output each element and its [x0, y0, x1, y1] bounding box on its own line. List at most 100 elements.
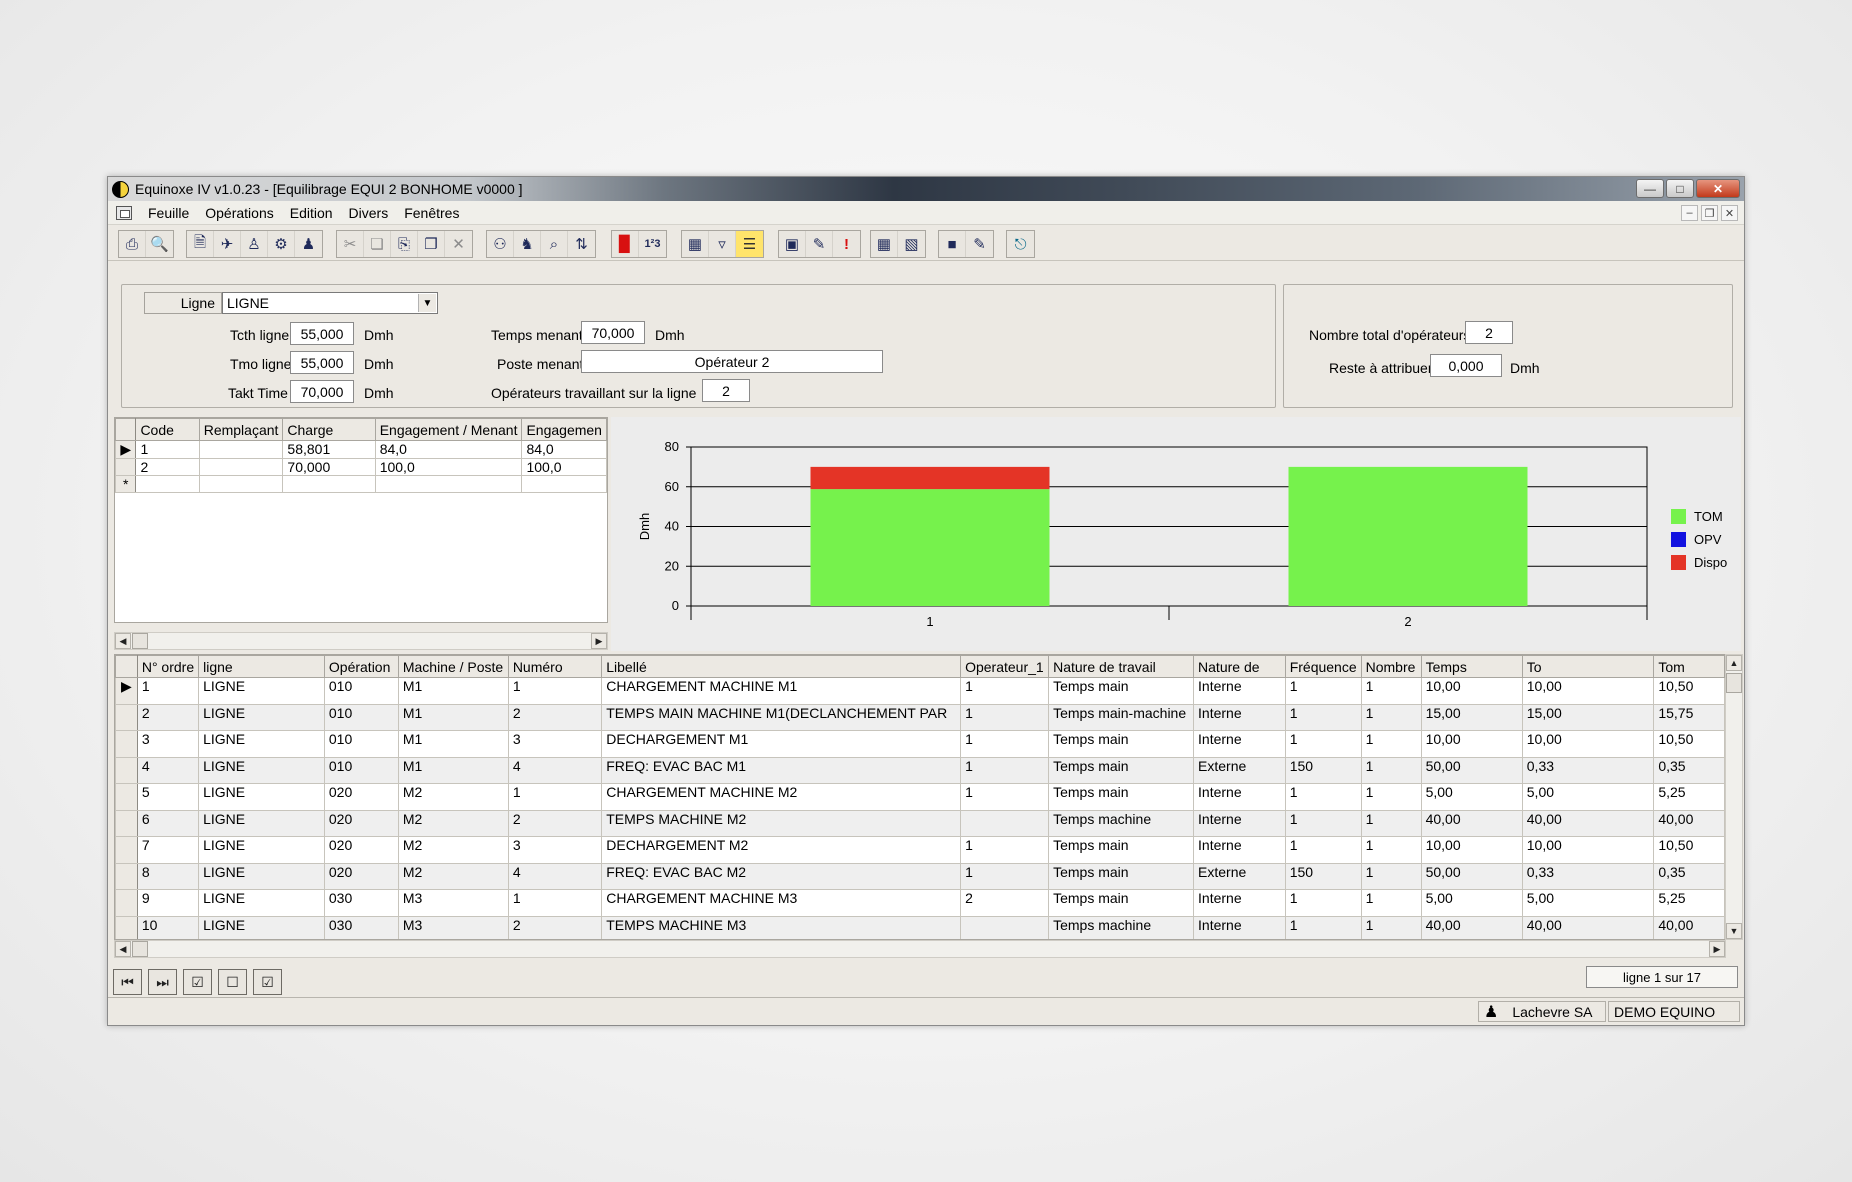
- task-cell[interactable]: 40,00: [1653, 809, 1725, 837]
- delete-icon[interactable]: ✕: [445, 231, 472, 257]
- scroll-right-arrow-icon[interactable]: ▶: [1709, 941, 1725, 957]
- task-cell[interactable]: CHARGEMENT MACHINE M1: [601, 677, 962, 705]
- operator-cell[interactable]: 84,0: [521, 440, 607, 459]
- task-cell[interactable]: 1: [1360, 915, 1422, 939]
- task-cell[interactable]: 5,00: [1420, 783, 1523, 811]
- task-cell[interactable]: 5: [136, 783, 200, 811]
- task-cell[interactable]: 10,50: [1653, 677, 1725, 705]
- task-cell[interactable]: 010: [323, 703, 399, 731]
- row-selector[interactable]: [115, 458, 137, 476]
- gears-icon[interactable]: ⚙: [268, 231, 295, 257]
- task-cell[interactable]: 5,25: [1653, 783, 1725, 811]
- task-cell[interactable]: 9: [136, 889, 200, 917]
- task-cell[interactable]: 50,00: [1420, 862, 1523, 890]
- save-icon[interactable]: ■: [939, 231, 966, 257]
- scroll-thumb[interactable]: [132, 941, 148, 957]
- operator-cell[interactable]: 70,000: [282, 458, 376, 476]
- operator-cell[interactable]: 100,0: [374, 458, 523, 476]
- task-cell[interactable]: 1: [960, 677, 1050, 705]
- operateurs-ligne-field[interactable]: 2: [702, 379, 750, 402]
- task-cell[interactable]: Temps machine: [1048, 915, 1195, 939]
- maximize-button[interactable]: □: [1666, 179, 1694, 198]
- operator-cell[interactable]: 84,0: [374, 440, 523, 459]
- task-cell[interactable]: 150: [1284, 756, 1362, 784]
- task-cell[interactable]: LIGNE: [198, 889, 325, 917]
- table-icon[interactable]: ▦: [871, 231, 898, 257]
- task-cell[interactable]: 1: [507, 889, 603, 917]
- task-cell[interactable]: 8: [136, 862, 200, 890]
- reste-attribuer-field[interactable]: 0,000: [1430, 354, 1502, 377]
- task-cell[interactable]: Interne: [1193, 836, 1286, 864]
- task-cell[interactable]: DECHARGEMENT M1: [601, 730, 962, 758]
- task-cell[interactable]: CHARGEMENT MACHINE M2: [601, 783, 962, 811]
- row-selector[interactable]: ▶: [115, 440, 137, 459]
- task-row[interactable]: 10 LIGNE 030 M3 2 TEMPS MACHINE M3 Temps machi…: [115, 915, 1725, 939]
- tasks-col-header[interactable]: Nombre: [1360, 655, 1422, 678]
- task-cell[interactable]: 10,50: [1653, 836, 1725, 864]
- scroll-thumb[interactable]: [132, 633, 148, 649]
- close-button[interactable]: ✕: [1696, 179, 1740, 198]
- task-cell[interactable]: 2: [507, 809, 603, 837]
- operator-cell[interactable]: 1: [135, 440, 200, 459]
- scroll-left-arrow-icon[interactable]: ◀: [115, 941, 131, 957]
- tasks-col-header[interactable]: ligne: [198, 655, 325, 678]
- printer-icon[interactable]: ⎙: [119, 231, 146, 257]
- monitor-icon[interactable]: ▣: [779, 231, 806, 257]
- col-charge[interactable]: Charge: [282, 418, 376, 441]
- task-cell[interactable]: 2: [136, 703, 200, 731]
- task-cell[interactable]: 1: [960, 703, 1050, 731]
- operator-cell[interactable]: 100,0: [521, 458, 607, 476]
- task-cell[interactable]: 1: [507, 677, 603, 705]
- task-cell[interactable]: FREQ: EVAC BAC M2: [601, 862, 962, 890]
- task-cell[interactable]: Temps main: [1048, 862, 1195, 890]
- task-cell[interactable]: Interne: [1193, 677, 1286, 705]
- filter-icon[interactable]: ▿: [709, 231, 736, 257]
- task-cell[interactable]: 5,00: [1521, 783, 1655, 811]
- tasks-grid-vscroll[interactable]: ▲ ▼: [1725, 654, 1743, 940]
- task-cell[interactable]: M3: [397, 889, 509, 917]
- task-cell[interactable]: 2: [960, 889, 1050, 917]
- tasks-col-header[interactable]: Nature de: [1193, 655, 1286, 678]
- tcth-field[interactable]: 55,000: [290, 322, 354, 345]
- task-cell[interactable]: M2: [397, 783, 509, 811]
- exit-icon[interactable]: ⎋: [1007, 231, 1034, 257]
- task-cell[interactable]: LIGNE: [198, 677, 325, 705]
- child-close-button[interactable]: ✕: [1721, 205, 1738, 221]
- pencil-icon[interactable]: ✎: [806, 231, 833, 257]
- task-cell[interactable]: 1: [1284, 915, 1362, 939]
- search-person-icon[interactable]: ⚇: [487, 231, 514, 257]
- task-cell[interactable]: 1: [960, 783, 1050, 811]
- task-cell[interactable]: DECHARGEMENT M2: [601, 836, 962, 864]
- task-cell[interactable]: 1: [960, 730, 1050, 758]
- paste-icon[interactable]: ⎘: [391, 231, 418, 257]
- task-cell[interactable]: 1: [960, 862, 1050, 890]
- person-icon[interactable]: ♙: [241, 231, 268, 257]
- task-cell[interactable]: 10,00: [1420, 730, 1523, 758]
- task-row[interactable]: 7 LIGNE 020 M2 3 DECHARGEMENT M2 1 Temps main In…: [115, 836, 1725, 864]
- task-cell[interactable]: Interne: [1193, 703, 1286, 731]
- scroll-left-arrow-icon[interactable]: ◀: [115, 633, 131, 649]
- temps-menant-field[interactable]: 70,000: [581, 321, 645, 344]
- task-cell[interactable]: 1: [1360, 677, 1422, 705]
- menu-feuille[interactable]: Feuille: [140, 205, 197, 221]
- people-icon[interactable]: ♟: [295, 231, 322, 257]
- task-cell[interactable]: 10,00: [1521, 836, 1655, 864]
- task-cell[interactable]: 1: [1360, 703, 1422, 731]
- task-cell[interactable]: M1: [397, 703, 509, 731]
- task-cell[interactable]: LIGNE: [198, 836, 325, 864]
- task-cell[interactable]: 1: [1360, 889, 1422, 917]
- ligne-select[interactable]: LIGNE ▼: [222, 292, 438, 314]
- task-cell[interactable]: Temps main: [1048, 836, 1195, 864]
- task-cell[interactable]: Interne: [1193, 915, 1286, 939]
- row-selector[interactable]: [115, 809, 138, 837]
- task-cell[interactable]: 40,00: [1521, 915, 1655, 939]
- task-cell[interactable]: [960, 915, 1050, 939]
- task-cell[interactable]: 0,35: [1653, 756, 1725, 784]
- menu-edition[interactable]: Edition: [282, 205, 341, 221]
- task-cell[interactable]: 1: [1360, 836, 1422, 864]
- tasks-col-header[interactable]: Tom: [1653, 655, 1725, 678]
- task-cell[interactable]: M3: [397, 915, 509, 939]
- row-selector[interactable]: [115, 915, 138, 939]
- tasks-col-header[interactable]: To: [1521, 655, 1655, 678]
- task-cell[interactable]: Temps main: [1048, 677, 1195, 705]
